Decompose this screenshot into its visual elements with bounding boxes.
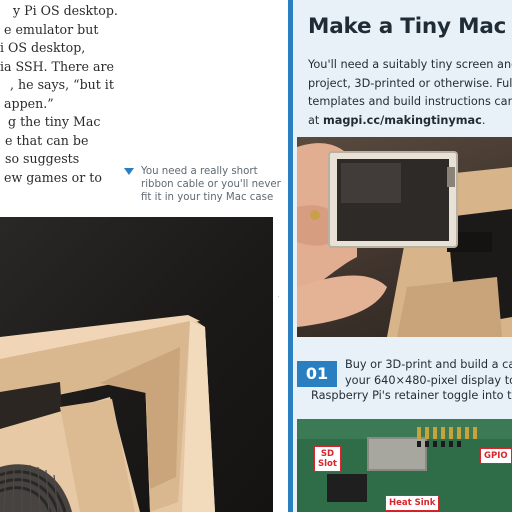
photo-caption: You need a really short ribbon cable or … (124, 165, 281, 204)
caption-line: You need a really short (141, 166, 258, 177)
tiny-screen-illustration (297, 143, 512, 337)
article-line: ew games or to (4, 169, 102, 185)
article-line: ia SSH. There are (0, 58, 114, 74)
step-line: your 640×480-pixel display to th (345, 373, 512, 387)
case-photo-illustration (0, 315, 215, 512)
sd-slot-tag-line: SD (320, 449, 335, 459)
article-line: i OS desktop, (0, 40, 86, 55)
link-prefix: at (308, 113, 323, 127)
boxout-line: You'll need a suitably tiny screen and c (308, 58, 512, 71)
page-speck (278, 296, 279, 297)
raspberry-pi-photo: SD Slot GPIO Heat Sink (297, 419, 512, 512)
makingtinymac-link[interactable]: magpi.cc/makingtinymac (323, 114, 482, 127)
article-text: y Pi OS desktop. e emulator but i OS des… (0, 0, 120, 187)
step-line: Buy or 3D-print and build a case (345, 358, 512, 371)
tiny-screen-photo (297, 137, 512, 337)
boxout-line: project, 3D-printed or otherwise. Full c… (308, 76, 512, 90)
boxout-body: You'll need a suitably tiny screen and c… (308, 56, 512, 130)
step-line: Raspberry Pi's retainer toggle into the (311, 389, 512, 402)
caption-line: fit it in your tiny Mac case (141, 192, 274, 203)
article-line: e emulator but (4, 21, 99, 37)
caption-arrow-icon (124, 168, 134, 175)
article-line: g the tiny Mac (8, 114, 101, 129)
article-line: , he says, “but it (10, 77, 114, 92)
step-text: Buy or 3D-print and build a case your 64… (308, 357, 512, 404)
sd-slot-tag-line: Slot (318, 459, 337, 469)
heat-sink-tag: Heat Sink (385, 495, 440, 511)
caption-line: ribbon cable or you'll never (141, 179, 281, 190)
article-line: e that can be (5, 132, 89, 148)
sd-slot-tag: SD Slot (314, 446, 341, 472)
link-suffix: . (481, 113, 486, 127)
boxout-link-line: at magpi.cc/makingtinymac. (308, 112, 512, 131)
gpio-tag: GPIO (480, 448, 512, 464)
case-photo (0, 217, 273, 512)
boxout-line: templates and build instructions can b (308, 95, 512, 108)
boxout-title: Make a Tiny Mac (308, 14, 507, 39)
article-line: y Pi OS desktop. (13, 3, 118, 18)
article-line: so suggests (5, 151, 80, 166)
article-line: appen.” (4, 95, 54, 111)
